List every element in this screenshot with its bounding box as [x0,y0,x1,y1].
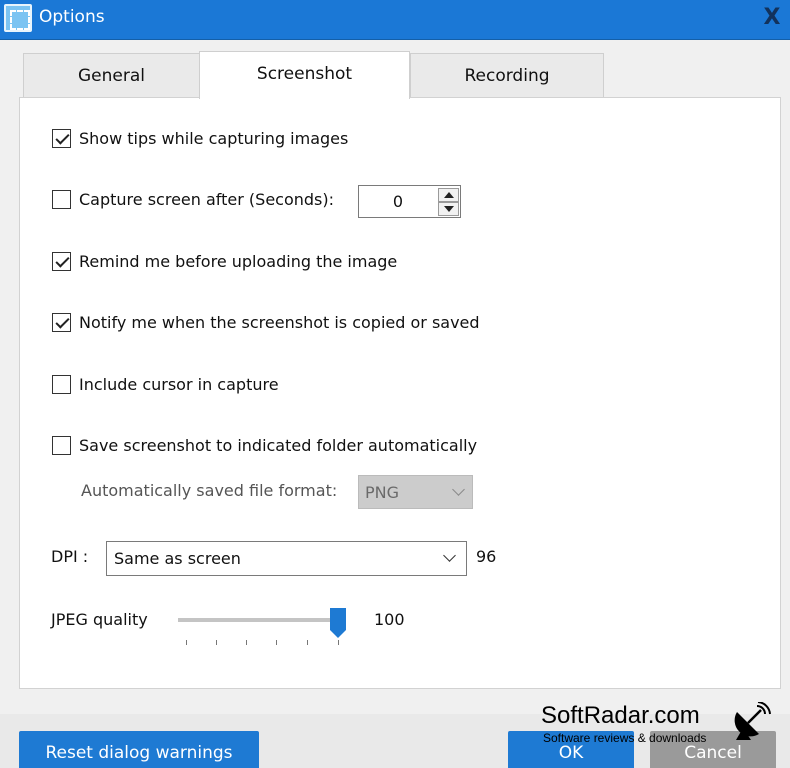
dpi-readout-row: 96 [476,547,496,566]
reset-dialog-warnings-button[interactable]: Reset dialog warnings [19,731,259,768]
stepper-down-button[interactable] [438,202,459,216]
arrow-up-icon [444,192,454,198]
jpeg-quality-readout-row: 100 [374,610,405,629]
dpi-readout: 96 [476,547,497,566]
include-cursor-checkbox[interactable] [52,375,71,394]
jpeg-quality-slider-fill [178,618,340,622]
capture-delay-checkbox[interactable] [52,190,71,209]
chevron-down-icon [452,483,465,496]
file-format-value: PNG [365,483,400,502]
close-button[interactable]: X [758,4,786,32]
tab-recording[interactable]: Recording [410,53,604,97]
softradar-watermark: SoftRadar.com Software reviews & downloa… [541,702,781,750]
notify-copied-checkbox[interactable] [52,313,71,332]
dpi-select[interactable]: Same as screen [106,541,467,576]
include-cursor-label: Include cursor in capture [79,375,279,394]
slider-tick [338,640,339,645]
capture-delay-label: Capture screen after (Seconds): [79,190,335,209]
tab-screenshot[interactable]: Screenshot [199,51,410,99]
include-cursor-option[interactable]: Include cursor in capture [52,375,279,394]
slider-tick [186,640,187,645]
show-tips-checkbox[interactable] [52,129,71,148]
arrow-down-icon [444,206,454,212]
auto-save-checkbox[interactable] [52,436,71,455]
satellite-dish-icon [734,702,771,740]
stepper-up-button[interactable] [438,188,459,202]
auto-save-option[interactable]: Save screenshot to indicated folder auto… [52,436,477,455]
auto-format-row: Automatically saved file format: [81,481,337,500]
show-tips-label: Show tips while capturing images [79,129,349,148]
capture-delay-option[interactable]: Capture screen after (Seconds): [52,190,334,209]
slider-tick [276,640,277,645]
dpi-label: DPI : [51,547,89,566]
slider-tick [307,640,308,645]
jpeg-quality-row: JPEG quality [51,610,148,629]
remind-upload-checkbox[interactable] [52,252,71,271]
slider-tick [216,640,217,645]
remind-upload-label: Remind me before uploading the image [79,252,398,271]
auto-format-label: Automatically saved file format: [81,481,338,500]
notify-copied-label: Notify me when the screenshot is copied … [79,313,480,332]
file-format-select: PNG [358,475,473,509]
chevron-down-icon [443,549,456,562]
dpi-value: Same as screen [114,549,241,568]
tab-general[interactable]: General [23,53,200,97]
notify-copied-option[interactable]: Notify me when the screenshot is copied … [52,313,480,332]
dpi-row: DPI : [51,547,88,566]
title-bar: Options X [0,0,790,40]
show-tips-option[interactable]: Show tips while capturing images [52,129,348,148]
watermark-subtitle: Software reviews & downloads [543,731,707,745]
jpeg-quality-slider-thumb[interactable] [330,608,346,638]
capture-delay-value[interactable]: 0 [359,186,437,217]
jpeg-quality-readout: 100 [374,610,405,629]
watermark-title: SoftRadar.com [541,702,700,729]
capture-delay-stepper[interactable]: 0 [358,185,461,218]
window-title: Options [39,7,105,27]
jpeg-quality-label: JPEG quality [51,610,148,629]
auto-save-label: Save screenshot to indicated folder auto… [79,436,478,455]
remind-upload-option[interactable]: Remind me before uploading the image [52,252,397,271]
app-icon [4,4,32,32]
slider-tick [246,640,247,645]
jpeg-quality-slider-track[interactable] [178,618,340,622]
